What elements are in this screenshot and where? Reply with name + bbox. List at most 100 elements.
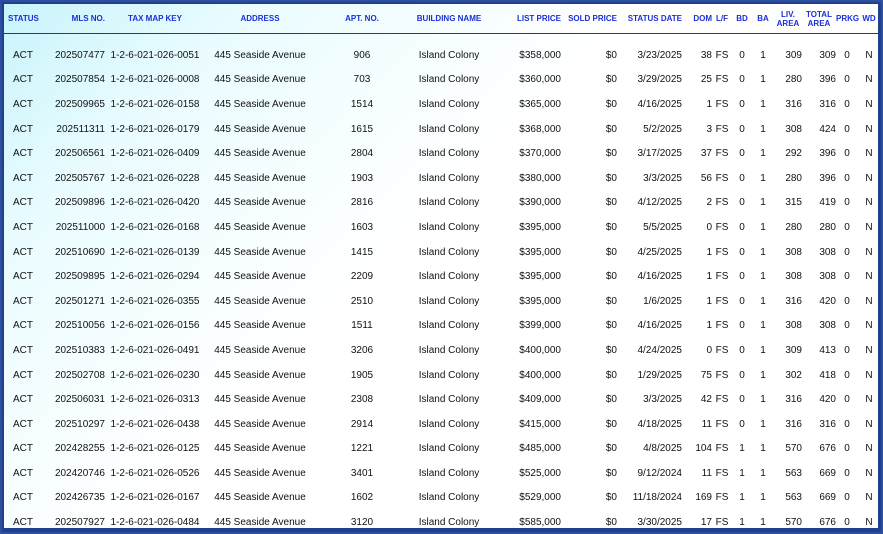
- cell-bd: 1: [739, 517, 745, 528]
- table-row[interactable]: ACT 202510690 1-2-6-021-026-0139 445 Seasid…: [4, 240, 878, 265]
- table-row[interactable]: ACT 202502708 1-2-6-021-026-0230 445 Seasid…: [4, 363, 878, 388]
- col-status-date-header[interactable]: STATUS DATE: [617, 4, 682, 34]
- table-row[interactable]: ACT 202506561 1-2-6-021-026-0409 445 Seasid…: [4, 141, 878, 166]
- cell-list-price: $368,000: [519, 123, 561, 135]
- cell-ba: 1: [760, 443, 766, 455]
- cell-address: 445 Seaside Avenue: [214, 517, 306, 528]
- cell-building-name: Island Colony: [418, 98, 480, 110]
- cell-status: ACT: [13, 74, 33, 86]
- col-lf-header[interactable]: L/F: [712, 4, 732, 34]
- cell-mls: 202502708: [54, 369, 105, 381]
- cell-lf: FS: [715, 517, 729, 528]
- cell-apt-no: 2914: [350, 418, 374, 430]
- cell-building-name: Island Colony: [418, 49, 480, 61]
- cell-list-price: $395,000: [519, 246, 561, 258]
- cell-sold-price: $0: [605, 320, 617, 332]
- cell-bd: 0: [739, 98, 745, 110]
- cell-dom: 1: [706, 295, 712, 307]
- col-list-price-header[interactable]: LIST PRICE: [489, 4, 561, 34]
- cell-building-name: Island Colony: [418, 344, 480, 356]
- cell-status: ACT: [13, 246, 33, 258]
- cell-prkg: 0: [844, 369, 850, 381]
- cell-total-area: 316: [819, 418, 836, 430]
- cell-liv-area: 308: [785, 271, 802, 283]
- col-ba-header[interactable]: BA: [752, 4, 774, 34]
- cell-building-name: Island Colony: [418, 517, 480, 528]
- table-row[interactable]: ACT 202509895 1-2-6-021-026-0294 445 Seasid…: [4, 264, 878, 289]
- cell-sold-price: $0: [605, 394, 617, 406]
- table-row[interactable]: ACT 202510383 1-2-6-021-026-0491 445 Seasid…: [4, 338, 878, 363]
- cell-mls: 202505767: [54, 172, 105, 184]
- table-row[interactable]: ACT 202510297 1-2-6-021-026-0438 445 Seasid…: [4, 412, 878, 437]
- cell-status: ACT: [13, 320, 33, 332]
- col-prkg-header[interactable]: PRKG: [836, 4, 859, 34]
- cell-liv-area: 280: [785, 74, 802, 86]
- cell-wd: N: [865, 123, 873, 135]
- cell-dom: 11: [701, 418, 712, 430]
- table-row[interactable]: ACT 202420746 1-2-6-021-026-0526 445 Seasid…: [4, 461, 878, 486]
- cell-prkg: 0: [844, 394, 850, 406]
- cell-address: 445 Seaside Avenue: [214, 394, 306, 406]
- col-tmk-header[interactable]: TAX MAP KEY: [105, 4, 205, 34]
- cell-address: 445 Seaside Avenue: [214, 98, 306, 110]
- cell-liv-area: 309: [785, 344, 802, 356]
- cell-total-area: 309: [819, 49, 836, 61]
- cell-address: 445 Seaside Avenue: [214, 492, 306, 504]
- cell-mls: 202509965: [54, 98, 105, 110]
- cell-dom: 56: [700, 172, 712, 184]
- cell-tax-map-key: 1-2-6-021-026-0526: [110, 467, 200, 479]
- table-row[interactable]: ACT 202511000 1-2-6-021-026-0168 445 Seasid…: [4, 215, 878, 240]
- cell-bd: 0: [739, 344, 745, 356]
- table-row[interactable]: ACT 202426735 1-2-6-021-026-0167 445 Seasid…: [4, 486, 878, 511]
- table-row[interactable]: ACT 202507854 1-2-6-021-026-0008 445 Seasid…: [4, 68, 878, 93]
- cell-tax-map-key: 1-2-6-021-026-0294: [110, 271, 200, 283]
- cell-list-price: $395,000: [519, 221, 561, 233]
- table-row[interactable]: ACT 202511311 1-2-6-021-026-0179 445 Seasid…: [4, 117, 878, 142]
- table-row[interactable]: ACT 202509965 1-2-6-021-026-0158 445 Seasid…: [4, 92, 878, 117]
- cell-wd: N: [865, 49, 873, 61]
- table-row[interactable]: ACT 202507927 1-2-6-021-026-0484 445 Seasid…: [4, 510, 878, 528]
- cell-tax-map-key: 1-2-6-021-026-0167: [110, 492, 200, 504]
- table-row[interactable]: ACT 202509896 1-2-6-021-026-0420 445 Seasid…: [4, 191, 878, 216]
- cell-sold-price: $0: [605, 517, 617, 528]
- table-row[interactable]: ACT 202428255 1-2-6-021-026-0125 445 Seasid…: [4, 437, 878, 462]
- cell-liv-area: 309: [785, 49, 802, 61]
- table-row[interactable]: ACT 202510056 1-2-6-021-026-0156 445 Seasid…: [4, 314, 878, 339]
- cell-tax-map-key: 1-2-6-021-026-0125: [110, 443, 200, 455]
- col-mls-header[interactable]: MLS NO.: [48, 4, 105, 34]
- table-row[interactable]: ACT 202506031 1-2-6-021-026-0313 445 Seasid…: [4, 387, 878, 412]
- cell-building-name: Island Colony: [418, 148, 480, 160]
- col-status-header[interactable]: STATUS: [4, 4, 48, 34]
- cell-wd: N: [865, 295, 873, 307]
- cell-liv-area: 563: [785, 467, 802, 479]
- table-row[interactable]: ACT 202507477 1-2-6-021-026-0051 445 Seasid…: [4, 43, 878, 68]
- cell-sold-price: $0: [605, 271, 617, 283]
- table-row[interactable]: ACT 202505767 1-2-6-021-026-0228 445 Seasid…: [4, 166, 878, 191]
- cell-tax-map-key: 1-2-6-021-026-0228: [110, 172, 200, 184]
- cell-dom: 104: [695, 443, 712, 455]
- col-building-header[interactable]: BUILDING NAME: [409, 4, 489, 34]
- cell-list-price: $400,000: [519, 369, 561, 381]
- cell-list-price: $415,000: [519, 418, 561, 430]
- col-sold-price-header[interactable]: SOLD PRICE: [561, 4, 617, 34]
- cell-total-area: 308: [819, 271, 836, 283]
- cell-address: 445 Seaside Avenue: [214, 197, 306, 209]
- cell-building-name: Island Colony: [418, 123, 480, 135]
- cell-total-area: 419: [819, 197, 836, 209]
- cell-sold-price: $0: [605, 123, 617, 135]
- cell-status: ACT: [13, 467, 33, 479]
- col-dom-header[interactable]: DOM: [682, 4, 712, 34]
- table-row[interactable]: ACT 202501271 1-2-6-021-026-0355 445 Seasid…: [4, 289, 878, 314]
- cell-sold-price: $0: [605, 418, 617, 430]
- col-apt-header[interactable]: APT. NO.: [315, 4, 409, 34]
- col-address-header[interactable]: ADDRESS: [205, 4, 315, 34]
- cell-status-date: 1/29/2025: [637, 369, 683, 381]
- cell-mls: 202510690: [54, 246, 105, 258]
- col-liv-area-header[interactable]: LIV. AREA: [774, 4, 802, 34]
- col-wd-header[interactable]: WD: [858, 4, 878, 34]
- col-total-area-header[interactable]: TOTAL AREA: [802, 4, 836, 34]
- cell-tax-map-key: 1-2-6-021-026-0491: [110, 344, 200, 356]
- cell-lf: FS: [715, 148, 729, 160]
- col-bd-header[interactable]: BD: [732, 4, 752, 34]
- cell-liv-area: 570: [785, 517, 802, 528]
